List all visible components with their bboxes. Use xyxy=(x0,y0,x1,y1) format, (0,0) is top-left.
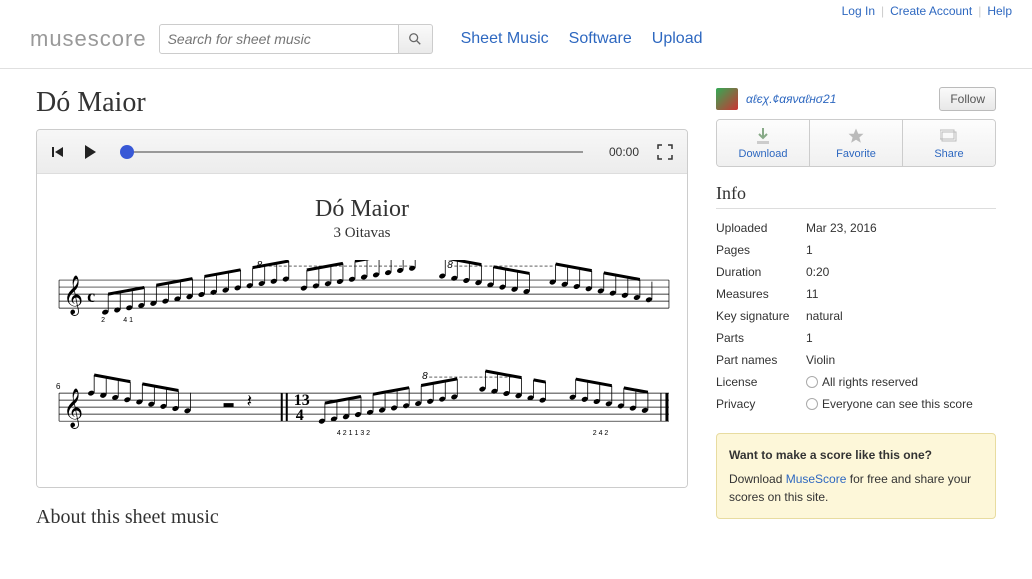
favorite-label: Favorite xyxy=(810,148,902,160)
uploader-link[interactable]: αℓєχ.¢αяναℓнσ21 xyxy=(746,92,931,106)
svg-text:2 4 2: 2 4 2 xyxy=(593,430,609,437)
svg-text:8: 8 xyxy=(447,260,453,271)
logo[interactable]: musescore xyxy=(30,26,147,52)
search-input[interactable] xyxy=(159,24,399,54)
info-table: UploadedMar 23, 2016Pages1Duration0:20Me… xyxy=(716,217,996,415)
info-header: Info xyxy=(716,183,996,209)
info-row: Key signaturenatural xyxy=(716,305,996,327)
promo-link[interactable]: MuseScore xyxy=(786,472,847,486)
info-value: Violin xyxy=(806,353,996,367)
sheet-subtitle: 3 Oitavas xyxy=(51,225,673,242)
svg-text:8: 8 xyxy=(422,371,428,382)
follow-button[interactable]: Follow xyxy=(939,87,996,111)
info-value: 0:20 xyxy=(806,265,996,279)
promo-text: Download MuseScore for free and share yo… xyxy=(729,470,983,506)
info-value: natural xyxy=(806,309,996,323)
info-key: Parts xyxy=(716,331,806,345)
download-icon xyxy=(755,127,771,145)
music-staff-1: 𝄞 c 8 8 2 4 1 xyxy=(51,260,673,340)
share-icon xyxy=(940,129,958,143)
info-key: License xyxy=(716,375,806,389)
play-button[interactable] xyxy=(83,144,97,160)
info-row: UploadedMar 23, 2016 xyxy=(716,217,996,239)
search-icon xyxy=(408,32,422,46)
info-key: Duration xyxy=(716,265,806,279)
music-staff-2: 𝄞 6 13 4 8 𝄽 4 2 1 1 3 2 2 4 2 xyxy=(51,363,673,453)
info-row: LicenseAll rights reserved xyxy=(716,371,996,393)
info-value: All rights reserved xyxy=(806,375,996,389)
info-icon xyxy=(806,398,818,410)
promo-box: Want to make a score like this one? Down… xyxy=(716,433,996,519)
nav-software[interactable]: Software xyxy=(569,30,632,48)
star-icon xyxy=(847,127,865,145)
share-button[interactable]: Share xyxy=(903,120,995,166)
info-row: Pages1 xyxy=(716,239,996,261)
progress-track[interactable] xyxy=(123,151,583,153)
svg-text:𝄞: 𝄞 xyxy=(63,389,83,429)
info-row: Duration0:20 xyxy=(716,261,996,283)
download-label: Download xyxy=(717,148,809,160)
svg-text:c: c xyxy=(87,286,95,306)
svg-text:6: 6 xyxy=(56,382,61,391)
restart-button[interactable] xyxy=(51,145,65,159)
player: 00:00 Dó Maior 3 Oitavas 𝄞 c 8 xyxy=(36,129,688,488)
info-value: Mar 23, 2016 xyxy=(806,221,996,235)
info-value: Everyone can see this score xyxy=(806,397,996,411)
sheet-title: Dó Maior xyxy=(51,196,673,223)
svg-text:2: 2 xyxy=(101,317,105,324)
search-button[interactable] xyxy=(399,24,433,54)
info-icon xyxy=(806,376,818,388)
svg-text:4 1: 4 1 xyxy=(123,317,133,324)
player-controls: 00:00 xyxy=(37,130,687,174)
info-value: 1 xyxy=(806,331,996,345)
svg-text:𝄞: 𝄞 xyxy=(63,276,83,316)
page-title: Dó Maior xyxy=(36,87,688,119)
about-header: About this sheet music xyxy=(36,506,688,529)
separator: | xyxy=(978,4,981,18)
svg-text:4: 4 xyxy=(296,407,304,424)
nav-sheet-music[interactable]: Sheet Music xyxy=(461,30,549,48)
sheet-viewer[interactable]: Dó Maior 3 Oitavas 𝄞 c 8 8 xyxy=(37,174,687,487)
svg-text:4 2 1 1 3 2: 4 2 1 1 3 2 xyxy=(337,430,370,437)
nav-upload[interactable]: Upload xyxy=(652,30,703,48)
time-display: 00:00 xyxy=(609,145,639,159)
favorite-button[interactable]: Favorite xyxy=(810,120,903,166)
separator: | xyxy=(881,4,884,18)
create-account-link[interactable]: Create Account xyxy=(890,4,972,18)
svg-text:𝄽: 𝄽 xyxy=(247,391,253,411)
progress-thumb[interactable] xyxy=(120,145,134,159)
info-key: Measures xyxy=(716,287,806,301)
fullscreen-icon xyxy=(657,144,673,160)
fullscreen-button[interactable] xyxy=(657,144,673,160)
skip-back-icon xyxy=(51,145,65,159)
info-value: 1 xyxy=(806,243,996,257)
info-row: PrivacyEveryone can see this score xyxy=(716,393,996,415)
info-key: Privacy xyxy=(716,397,806,411)
login-link[interactable]: Log In xyxy=(842,4,875,18)
info-value: 11 xyxy=(806,287,996,301)
download-button[interactable]: Download xyxy=(717,120,810,166)
info-key: Part names xyxy=(716,353,806,367)
promo-question: Want to make a score like this one? xyxy=(729,446,983,464)
info-row: Measures11 xyxy=(716,283,996,305)
avatar[interactable] xyxy=(716,88,738,110)
info-row: Parts1 xyxy=(716,327,996,349)
share-label: Share xyxy=(903,148,995,160)
info-key: Key signature xyxy=(716,309,806,323)
info-key: Uploaded xyxy=(716,221,806,235)
info-key: Pages xyxy=(716,243,806,257)
help-link[interactable]: Help xyxy=(987,4,1012,18)
play-icon xyxy=(83,144,97,160)
info-row: Part namesViolin xyxy=(716,349,996,371)
